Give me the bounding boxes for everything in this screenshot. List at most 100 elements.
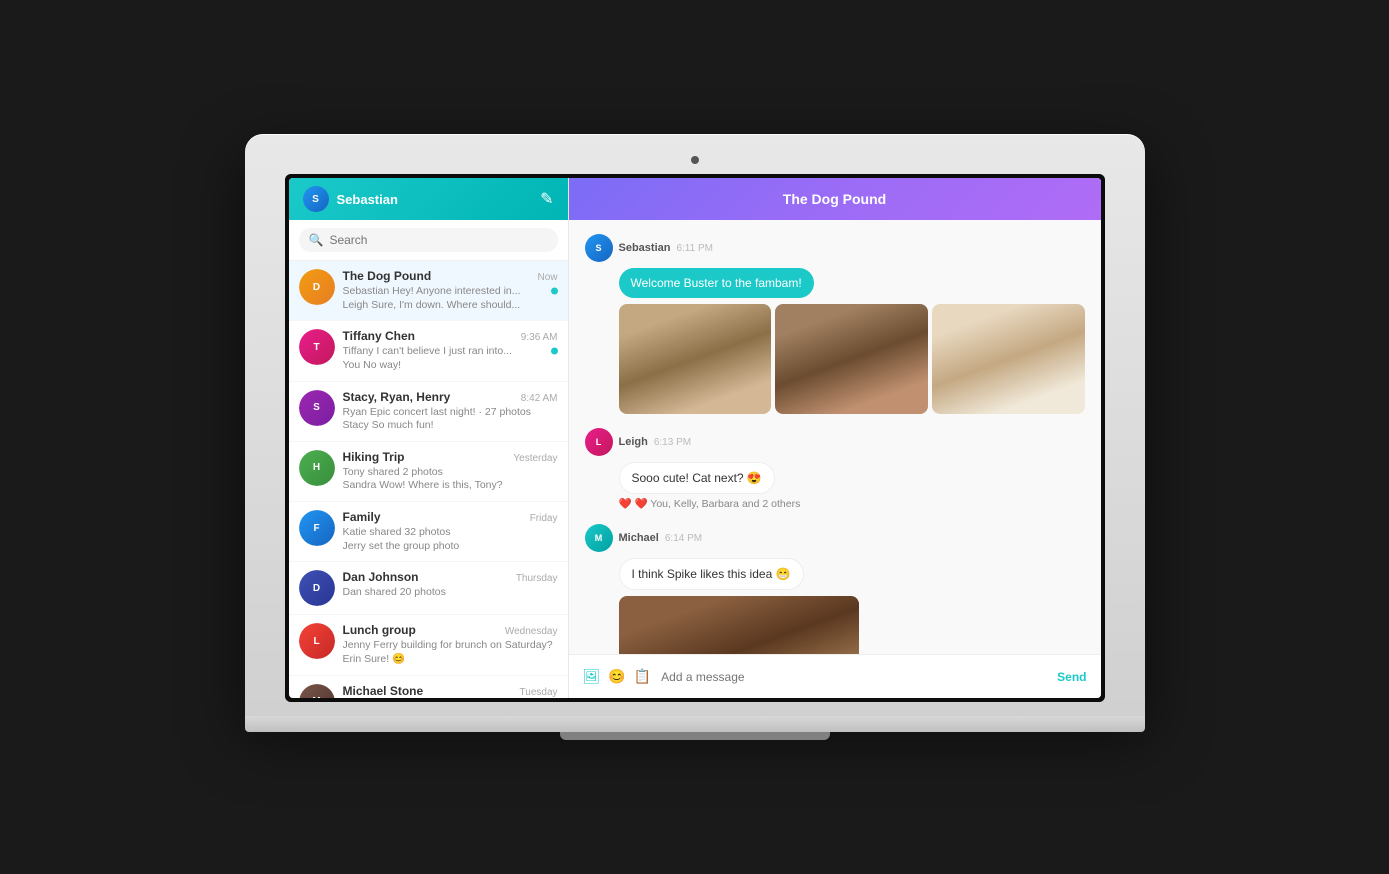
conversation-item[interactable]: S Stacy, Ryan, Henry 8:42 AM Ryan Epic c… bbox=[289, 382, 568, 442]
conv-avatar-img: T bbox=[299, 329, 335, 365]
conv-name: Dan Johnson bbox=[343, 570, 419, 584]
conv-preview-2: Erin Sure! 😊 bbox=[343, 653, 558, 667]
conv-top: Stacy, Ryan, Henry 8:42 AM bbox=[343, 390, 558, 404]
msg-avatar: L bbox=[585, 428, 613, 456]
screen-bezel: S Sebastian ✎ 🔍 bbox=[285, 174, 1105, 702]
conv-avatar: F bbox=[299, 510, 335, 546]
conv-avatar: S bbox=[299, 390, 335, 426]
chat-main: The Dog Pound S Sebastian 6:11 P bbox=[569, 178, 1101, 698]
conv-preview: Ryan Epic concert last night! · 27 photo… bbox=[343, 406, 558, 420]
conv-content: Lunch group Wednesday Jenny Ferry buildi… bbox=[343, 623, 558, 666]
conversation-item[interactable]: D The Dog Pound Now Sebastian Hey! Anyon… bbox=[289, 261, 568, 321]
conversation-item[interactable]: D Dan Johnson Thursday Dan shared 20 pho… bbox=[289, 562, 568, 615]
conv-time: 8:42 AM bbox=[521, 393, 558, 404]
message-input[interactable] bbox=[661, 670, 1047, 684]
search-bar: 🔍 bbox=[289, 220, 568, 261]
conv-top: Family Friday bbox=[343, 510, 558, 524]
conv-avatar-img: S bbox=[299, 390, 335, 426]
app: S Sebastian ✎ 🔍 bbox=[289, 178, 1101, 698]
conv-name: Stacy, Ryan, Henry bbox=[343, 390, 451, 404]
conversation-item[interactable]: T Tiffany Chen 9:36 AM Tiffany I can't b… bbox=[289, 321, 568, 381]
laptop-body: S Sebastian ✎ 🔍 bbox=[245, 134, 1145, 716]
msg-meta: S Sebastian 6:11 PM bbox=[585, 234, 1085, 262]
message-group: L Leigh 6:13 PM Sooo cute! Cat next? 😍 ❤… bbox=[585, 428, 1085, 510]
user-info: S Sebastian bbox=[303, 186, 398, 212]
msg-sender: Leigh bbox=[619, 436, 648, 448]
msg-sender: Michael bbox=[619, 532, 659, 544]
conv-preview: Tiffany I can't believe I just ran into.… bbox=[343, 345, 558, 359]
conv-content: Stacy, Ryan, Henry 8:42 AM Ryan Epic con… bbox=[343, 390, 558, 433]
conv-time: 9:36 AM bbox=[521, 332, 558, 343]
message-group: S Sebastian 6:11 PM Welcome Buster to th… bbox=[585, 234, 1085, 414]
emoji-icon[interactable]: 😊 bbox=[608, 668, 625, 685]
conv-name: Hiking Trip bbox=[343, 450, 405, 464]
conv-time: Thursday bbox=[516, 573, 558, 584]
compose-icon[interactable]: ✎ bbox=[540, 189, 553, 209]
search-input[interactable] bbox=[329, 233, 547, 247]
attachment-icon[interactable]: 📋 bbox=[634, 668, 651, 685]
search-input-wrapper[interactable]: 🔍 bbox=[299, 228, 558, 252]
user-avatar-image: S bbox=[303, 186, 329, 212]
conv-avatar-img: L bbox=[299, 623, 335, 659]
msg-bubble-leigh: Sooo cute! Cat next? 😍 bbox=[619, 462, 775, 494]
conv-time: Now bbox=[537, 272, 557, 283]
msg-avatar-img: S bbox=[585, 234, 613, 262]
msg-time: 6:13 PM bbox=[654, 437, 691, 448]
msg-time: 6:14 PM bbox=[665, 533, 702, 544]
reactions-text: ❤️ You, Kelly, Barbara and 2 others bbox=[635, 498, 801, 510]
conv-preview-2: Jerry set the group photo bbox=[343, 540, 558, 554]
conv-preview: Jenny Ferry building for brunch on Satur… bbox=[343, 639, 558, 653]
msg-avatar: S bbox=[585, 234, 613, 262]
conv-preview-2: You No way! bbox=[343, 359, 558, 373]
msg-avatar: M bbox=[585, 524, 613, 552]
laptop-stand bbox=[560, 732, 830, 740]
conv-content: The Dog Pound Now Sebastian Hey! Anyone … bbox=[343, 269, 558, 312]
unread-indicator bbox=[551, 347, 558, 354]
conv-avatar: T bbox=[299, 329, 335, 365]
conv-avatar-img: H bbox=[299, 450, 335, 486]
conv-avatar: M bbox=[299, 684, 335, 698]
conversation-item[interactable]: M Michael Stone Tuesday Michael shared 1… bbox=[289, 676, 568, 698]
conv-content: Dan Johnson Thursday Dan shared 20 photo… bbox=[343, 570, 558, 600]
send-button[interactable]: Send bbox=[1057, 670, 1086, 684]
photo-thumb-1 bbox=[619, 304, 772, 414]
chat-messages: S Sebastian 6:11 PM Welcome Buster to th… bbox=[569, 220, 1101, 654]
conv-time: Tuesday bbox=[520, 687, 558, 698]
conv-avatar: L bbox=[299, 623, 335, 659]
conv-avatar: D bbox=[299, 570, 335, 606]
msg-bubble: Welcome Buster to the fambam! bbox=[619, 268, 814, 298]
msg-meta: L Leigh 6:13 PM bbox=[585, 428, 1085, 456]
laptop-base bbox=[245, 716, 1145, 732]
conv-time: Friday bbox=[530, 513, 558, 524]
photo-thumb-spike bbox=[619, 596, 859, 654]
conv-avatar-img: D bbox=[299, 570, 335, 606]
conversation-item[interactable]: F Family Friday Katie shared 32 photos J… bbox=[289, 502, 568, 562]
conv-name: Michael Stone bbox=[343, 684, 424, 698]
conv-content: Michael Stone Tuesday Michael shared 10 … bbox=[343, 684, 558, 698]
unread-indicator bbox=[551, 287, 558, 294]
conv-name: Tiffany Chen bbox=[343, 329, 415, 343]
image-icon[interactable]: 🖼 bbox=[583, 668, 601, 685]
conv-name: Family bbox=[343, 510, 381, 524]
msg-bubble-michael: I think Spike likes this idea 😁 bbox=[619, 558, 804, 590]
conv-preview: Tony shared 2 photos bbox=[343, 466, 558, 480]
search-icon: 🔍 bbox=[309, 233, 324, 247]
conv-time: Wednesday bbox=[505, 626, 558, 637]
msg-meta: M Michael 6:14 PM bbox=[585, 524, 1085, 552]
msg-sender: Sebastian bbox=[619, 242, 671, 254]
conv-avatar-img: M bbox=[299, 684, 335, 698]
avatar: S bbox=[303, 186, 329, 212]
screen: S Sebastian ✎ 🔍 bbox=[289, 178, 1101, 698]
conversation-item[interactable]: H Hiking Trip Yesterday Tony shared 2 ph… bbox=[289, 442, 568, 502]
conv-top: Lunch group Wednesday bbox=[343, 623, 558, 637]
conv-content: Family Friday Katie shared 32 photos Jer… bbox=[343, 510, 558, 553]
conv-top: Hiking Trip Yesterday bbox=[343, 450, 558, 464]
input-icons: 🖼 😊 📋 bbox=[583, 668, 652, 685]
conv-avatar: H bbox=[299, 450, 335, 486]
conv-top: Dan Johnson Thursday bbox=[343, 570, 558, 584]
photo-grid bbox=[619, 304, 1085, 414]
conv-time: Yesterday bbox=[513, 453, 557, 464]
conversation-item[interactable]: L Lunch group Wednesday Jenny Ferry buil… bbox=[289, 615, 568, 675]
conv-content: Hiking Trip Yesterday Tony shared 2 phot… bbox=[343, 450, 558, 493]
chat-title: The Dog Pound bbox=[783, 191, 886, 207]
